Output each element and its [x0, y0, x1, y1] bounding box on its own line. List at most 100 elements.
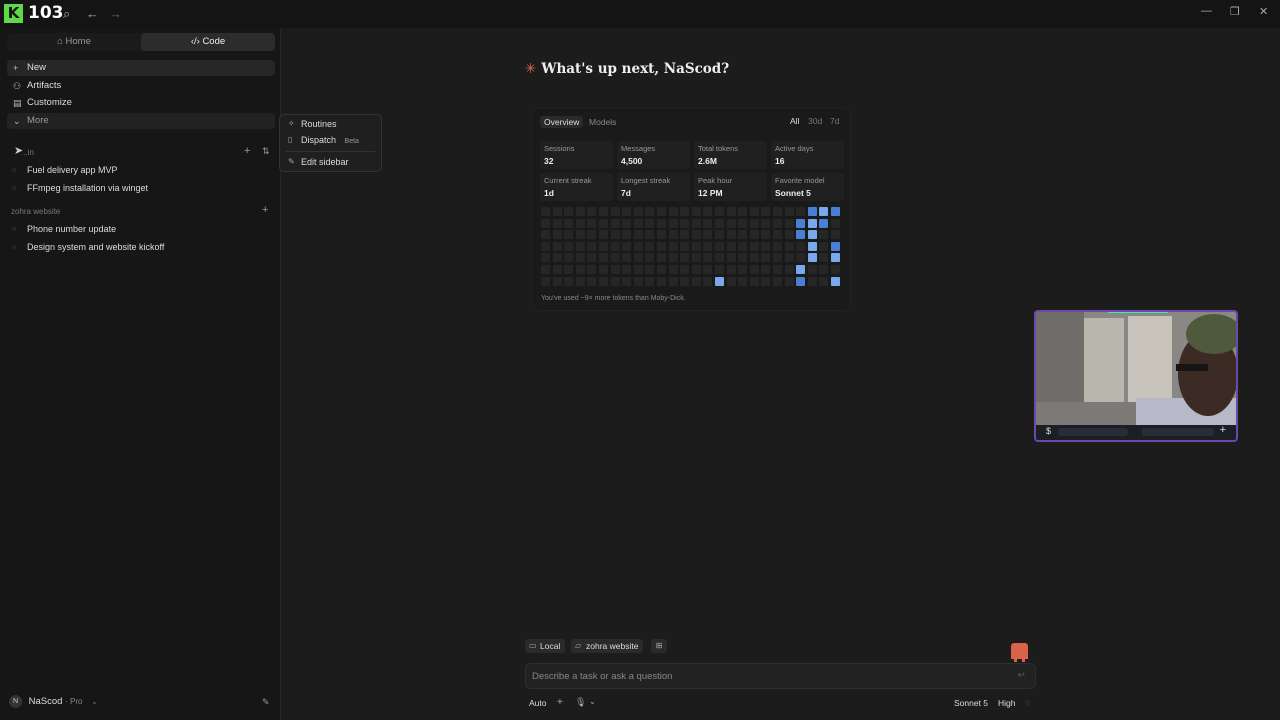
- heatmap-cell: [749, 276, 759, 286]
- heatmap-cell: [575, 276, 585, 286]
- stat-value: 12 PM: [698, 188, 723, 198]
- heatmap-cell: [575, 241, 585, 251]
- thread-item[interactable]: Phone number update: [12, 224, 116, 236]
- heatmap-cell: [796, 218, 806, 228]
- menu-item-edit-sidebar[interactable]: ✎ Edit sidebar: [288, 157, 349, 167]
- pencil-icon: ✎: [288, 157, 295, 166]
- heatmap-cell: [796, 276, 806, 286]
- section-label-project[interactable]: zohra website: [11, 207, 60, 216]
- heatmap-cell: [668, 265, 678, 274]
- range-30d[interactable]: 30d: [808, 116, 822, 126]
- heatmap-cell: [610, 276, 620, 286]
- heatmap-cell: [738, 207, 748, 216]
- tab-home[interactable]: ⌂ Home: [7, 33, 141, 51]
- tab-overview[interactable]: Overview: [540, 116, 584, 128]
- stat-card: Sessions 32: [540, 141, 613, 169]
- tab-models[interactable]: Models: [585, 116, 620, 128]
- range-all[interactable]: All: [790, 116, 799, 126]
- thread-item[interactable]: Design system and website kickoff: [12, 242, 164, 254]
- sidebar-item-more[interactable]: ⌄ More: [7, 113, 275, 129]
- heatmap-cell: [726, 276, 736, 286]
- heatmap-cell: [831, 218, 840, 228]
- microphone-icon[interactable]: 🎙: [575, 697, 586, 708]
- minimize-icon[interactable]: —: [1201, 5, 1212, 17]
- heatmap-cell: [541, 253, 550, 263]
- heatmap-cell: [552, 253, 562, 263]
- logo-number: 103: [28, 3, 64, 23]
- model-selector[interactable]: Sonnet 5: [954, 698, 988, 708]
- new-button[interactable]: + New: [7, 60, 275, 76]
- attach-plus-icon[interactable]: +: [557, 697, 563, 708]
- heatmap-cell: [738, 276, 748, 286]
- menu-item-routines[interactable]: ✧ Routines: [288, 119, 337, 129]
- heatmap-cell: [668, 207, 678, 216]
- heatmap-cell: [575, 207, 585, 216]
- heatmap-cell: [691, 253, 701, 263]
- webcam-image: [1036, 312, 1236, 425]
- tab-code[interactable]: ‹/› Code: [141, 33, 275, 51]
- back-arrow-icon[interactable]: ←: [86, 6, 99, 21]
- sidebar-item-artifacts[interactable]: ⚇ Artifacts: [7, 78, 275, 94]
- heatmap-cell: [807, 207, 817, 216]
- heatmap-cell: [796, 230, 806, 240]
- user-menu[interactable]: N NaScod · Pro ⌄: [9, 695, 98, 708]
- restore-icon[interactable]: ❐: [1230, 5, 1240, 18]
- thread-item[interactable]: Fuel delivery app MVP: [12, 165, 118, 177]
- heatmap-cell: [552, 241, 562, 251]
- heatmap-cell: [773, 253, 782, 263]
- heatmap-cell: [784, 207, 794, 216]
- filter-icon[interactable]: ⇅: [262, 146, 270, 157]
- heatmap-cell: [575, 230, 585, 240]
- menu-item-dispatch[interactable]: ▯ Dispatch Beta: [288, 135, 359, 145]
- stat-label: Longest streak: [621, 176, 671, 185]
- close-icon[interactable]: ✕: [1259, 5, 1268, 18]
- range-7d[interactable]: 7d: [830, 116, 839, 126]
- heatmap-cell: [610, 253, 620, 263]
- heatmap-cell: [715, 265, 724, 274]
- add-project-thread-button[interactable]: +: [262, 204, 268, 216]
- chevron-down-icon[interactable]: ⌄: [589, 697, 596, 706]
- settings-icon[interactable]: ✎: [262, 697, 270, 708]
- heatmap-cell: [819, 265, 829, 274]
- heatmap-cell: [715, 207, 724, 216]
- phone-icon: ▯: [288, 135, 293, 144]
- heatmap-cell: [680, 241, 690, 251]
- heatmap-cell: [773, 207, 782, 216]
- heatmap-cell: [738, 265, 748, 274]
- heatmap-cell: [715, 218, 724, 228]
- heatmap-cell: [541, 276, 550, 286]
- forward-arrow-icon[interactable]: →: [109, 6, 122, 21]
- prompt-input[interactable]: [532, 668, 1002, 685]
- stat-value: 32: [544, 156, 554, 166]
- briefcase-icon: ▤: [13, 98, 22, 108]
- send-icon[interactable]: ↵: [1018, 670, 1026, 681]
- house-icon: ⌂: [57, 36, 63, 47]
- heatmap-cell: [610, 207, 620, 216]
- chip-label: zohra website: [586, 641, 639, 651]
- chevron-down-icon: ⌄: [13, 116, 21, 126]
- heatmap-cell: [541, 218, 550, 228]
- mode-selector[interactable]: Auto: [529, 698, 547, 708]
- heatmap-cell: [645, 253, 655, 263]
- heatmap-cell: [726, 218, 736, 228]
- folder-icon: ▱: [575, 641, 582, 650]
- search-icon[interactable]: ⌕: [63, 6, 70, 22]
- heatmap-cell: [657, 230, 666, 240]
- heatmap-cell: [622, 276, 632, 286]
- heatmap-cell: [564, 207, 574, 216]
- context-chip-local[interactable]: ▭ Local: [525, 639, 566, 653]
- context-chip-project[interactable]: ▱ zohra website: [571, 639, 644, 653]
- effort-selector[interactable]: High: [998, 698, 1015, 708]
- sidebar-item-customize[interactable]: ▤ Customize: [7, 95, 275, 111]
- webcam-overlay: $ +: [1034, 310, 1238, 442]
- heatmap-cell: [564, 276, 574, 286]
- branch-button[interactable]: ⊞: [651, 639, 667, 653]
- thread-item[interactable]: FFmpeg installation via winget: [12, 183, 148, 195]
- add-thread-button[interactable]: +: [244, 145, 250, 157]
- heatmap-cell: [831, 230, 840, 240]
- heatmap-cell: [599, 253, 608, 263]
- menu-item-label: Dispatch: [301, 135, 337, 145]
- heatmap-cell: [668, 253, 678, 263]
- heatmap-cell: [599, 230, 608, 240]
- heatmap-cell: [657, 276, 666, 286]
